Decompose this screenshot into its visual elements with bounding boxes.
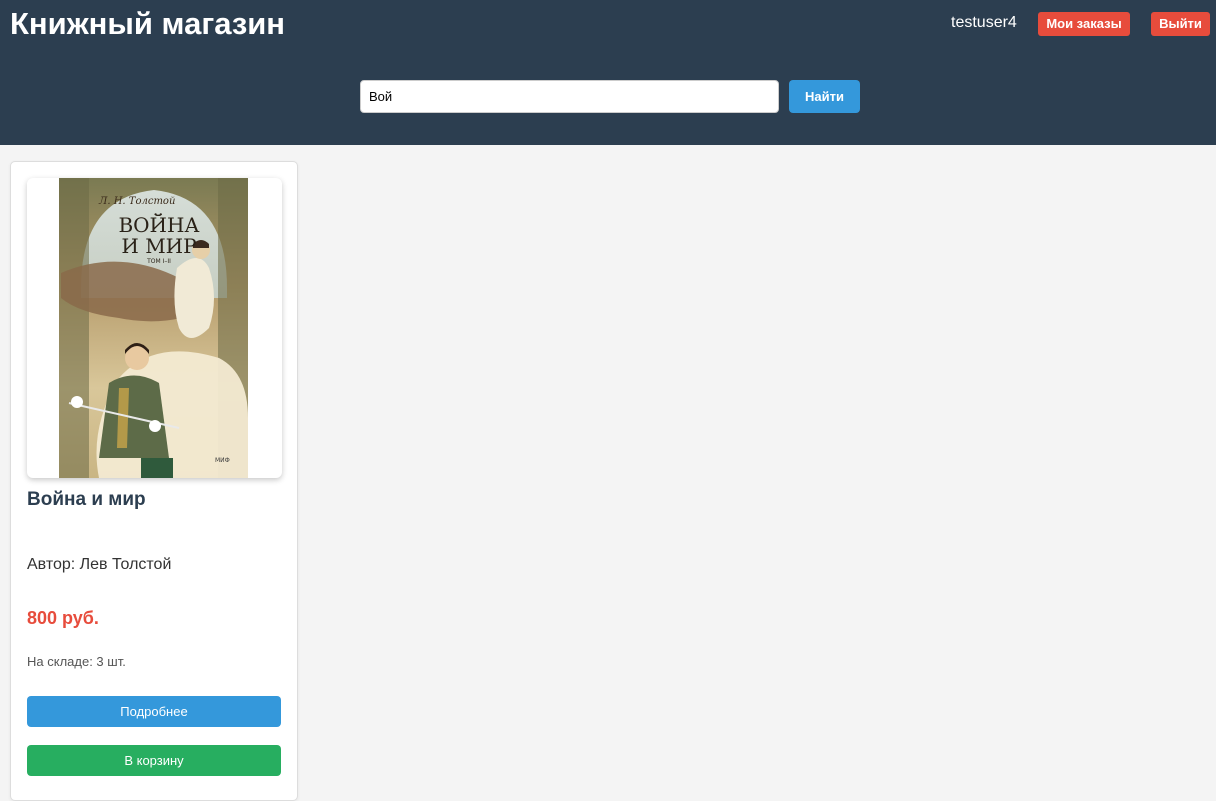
search-button[interactable]: Найти bbox=[789, 80, 860, 113]
details-button[interactable]: Подробнее bbox=[27, 696, 281, 727]
logout-button[interactable]: Выйти bbox=[1151, 12, 1210, 36]
my-orders-button[interactable]: Мои заказы bbox=[1038, 12, 1130, 36]
svg-text:И МИР: И МИР bbox=[121, 234, 196, 258]
book-author: Автор: Лев Толстой bbox=[27, 556, 172, 573]
username-label: testuser4 bbox=[951, 14, 1017, 31]
book-cover-frame[interactable]: Л. Н. Толстой ВОЙНА И МИР ТОМ I–II МИФ bbox=[27, 178, 282, 478]
book-card: Л. Н. Толстой ВОЙНА И МИР ТОМ I–II МИФ В… bbox=[10, 161, 298, 801]
book-cover-image: Л. Н. Толстой ВОЙНА И МИР ТОМ I–II МИФ bbox=[59, 178, 248, 478]
search-input[interactable] bbox=[360, 80, 779, 113]
svg-text:МИФ: МИФ bbox=[215, 457, 230, 464]
book-title: Война и мир bbox=[27, 489, 146, 510]
svg-text:Л. Н. Толстой: Л. Н. Толстой bbox=[98, 196, 175, 207]
site-header: Книжный магазин testuser4 Мои заказы Вый… bbox=[0, 0, 1216, 145]
site-title: Книжный магазин bbox=[10, 6, 286, 41]
add-to-cart-button[interactable]: В корзину bbox=[27, 745, 281, 776]
book-stock: На складе: 3 шт. bbox=[27, 654, 126, 669]
book-price: 800 руб. bbox=[27, 608, 99, 628]
svg-text:ТОМ I–II: ТОМ I–II bbox=[146, 258, 171, 265]
